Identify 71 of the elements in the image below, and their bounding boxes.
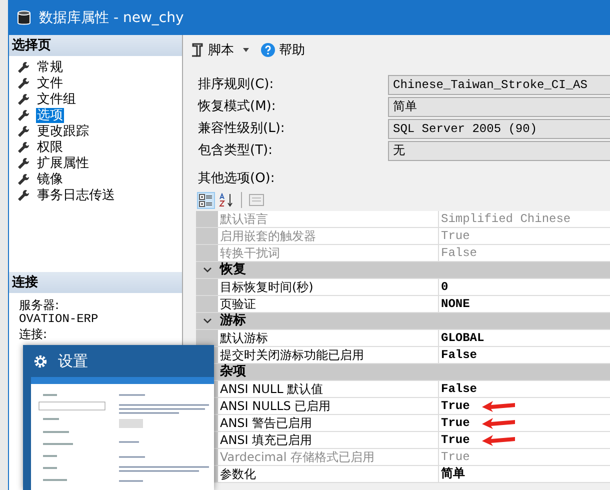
- property-value[interactable]: False: [441, 347, 478, 363]
- page-item[interactable]: 文件: [36, 76, 64, 90]
- property-name: 页验证: [220, 297, 256, 311]
- category-heading: 游标: [220, 313, 246, 328]
- section-heading: 连接: [9, 272, 182, 293]
- row-header[interactable]: [196, 330, 218, 346]
- property-pages-icon[interactable]: [248, 194, 264, 206]
- database-icon: [17, 10, 31, 26]
- property-name: 启用嵌套的触发器: [220, 229, 316, 243]
- page-item[interactable]: 权限: [36, 140, 64, 154]
- value-field[interactable]: Chinese_Taiwan_Stroke_CI_AS: [388, 75, 610, 95]
- page-item[interactable]: 事务日志传送: [36, 188, 116, 202]
- property-value[interactable]: True: [441, 398, 470, 414]
- field-label: 排序规则(C):: [198, 76, 275, 94]
- property-value[interactable]: True: [441, 432, 470, 448]
- property-name: 默认游标: [220, 331, 268, 345]
- help-button[interactable]: 帮助: [259, 40, 307, 58]
- section-heading: 选择页: [9, 35, 182, 56]
- chevron-icon[interactable]: [202, 267, 212, 273]
- connection-label: 连接:: [19, 328, 48, 341]
- page-item[interactable]: 选项: [36, 108, 64, 122]
- wrench-icon: [17, 92, 30, 106]
- window-title: 数据库属性 - new_chy: [39, 8, 184, 26]
- page-item[interactable]: 文件组: [36, 92, 77, 106]
- property-value[interactable]: 简单: [441, 466, 465, 482]
- wrench-icon: [17, 172, 30, 186]
- property-name: 参数化: [220, 467, 256, 481]
- property-name: 转换干扰词: [220, 246, 280, 260]
- page-item[interactable]: 扩展属性: [36, 156, 90, 170]
- page-item[interactable]: 常规: [36, 60, 64, 74]
- page-item[interactable]: 镜像: [36, 172, 64, 186]
- value-field[interactable]: 无: [388, 141, 610, 161]
- script-icon: [191, 42, 204, 56]
- value-field[interactable]: SQL Server 2005 (90): [388, 119, 610, 139]
- category-heading: 恢复: [220, 262, 246, 277]
- wrench-icon: [17, 188, 30, 202]
- field-label: 包含类型(T):: [198, 142, 274, 160]
- property-name: ANSI NULL 默认值: [220, 382, 324, 396]
- property-value[interactable]: GLOBAL: [441, 330, 484, 346]
- property-name: 提交时关闭游标功能已启用: [220, 348, 364, 362]
- field-label: 其他选项(O):: [198, 171, 275, 186]
- property-name: ANSI NULLS 已启用: [220, 399, 331, 413]
- window-title: 设置: [58, 352, 88, 370]
- field-label: 恢复模式(M):: [198, 98, 277, 116]
- sort-az-icon[interactable]: [219, 192, 235, 208]
- wrench-icon: [17, 76, 30, 90]
- value-field[interactable]: 简单: [388, 97, 610, 117]
- page-item[interactable]: 更改跟踪: [36, 124, 90, 138]
- wrench-icon: [17, 108, 30, 122]
- categorized-icon[interactable]: [199, 194, 213, 206]
- property-name: 默认语言: [220, 212, 268, 226]
- wrench-icon: [17, 156, 30, 170]
- property-name: Vardecimal 存储格式已启用: [220, 450, 374, 464]
- wrench-icon: [17, 124, 30, 138]
- gear-icon: [33, 354, 48, 368]
- script-button[interactable]: 脚本: [189, 40, 254, 58]
- property-name: ANSI 填充已启用: [220, 433, 312, 447]
- property-name: ANSI 警告已启用: [220, 416, 312, 430]
- field-label: 兼容性级别(L):: [198, 120, 286, 138]
- property-name: 目标恢复时间(秒): [220, 280, 314, 294]
- chevron-icon[interactable]: [202, 318, 212, 324]
- wrench-icon: [17, 60, 30, 74]
- server-name: OVATION-ERP: [19, 312, 98, 326]
- property-value[interactable]: False: [441, 381, 478, 397]
- property-value[interactable]: NONE: [441, 296, 470, 312]
- server-label: 服务器:: [19, 299, 60, 312]
- help-icon: [261, 42, 275, 56]
- category-heading: 杂项: [220, 364, 246, 379]
- property-value[interactable]: True: [441, 415, 470, 431]
- wrench-icon: [17, 140, 30, 154]
- property-value[interactable]: 0: [441, 279, 448, 295]
